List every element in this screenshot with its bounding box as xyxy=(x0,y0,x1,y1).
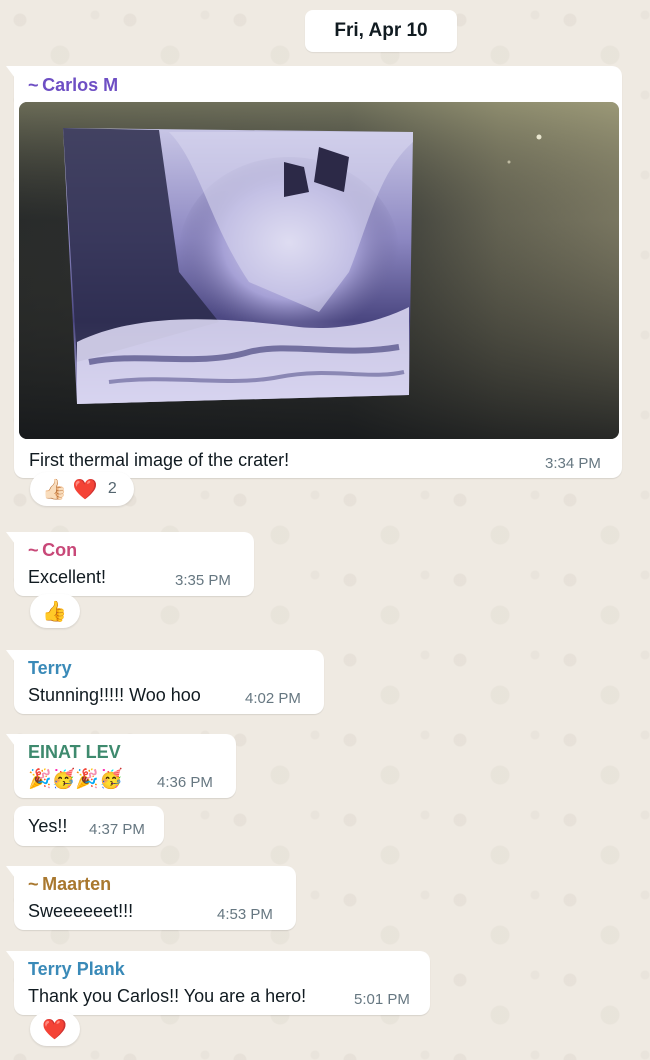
thumbs-up-icon: 👍 xyxy=(42,600,67,623)
thumbs-up-icon: 👍🏻 xyxy=(42,478,67,501)
message-text: Thank you Carlos!! You are a hero! xyxy=(28,986,307,1006)
message-bubble-con[interactable]: ~ Con Excellent! 3:35 PM xyxy=(6,532,254,596)
message-time: 4:37 PM xyxy=(89,821,145,838)
message-text: Sweeeeeet!!! xyxy=(28,901,134,921)
message-bubble-maarten[interactable]: ~ Maarten Sweeeeeet!!! 4:53 PM xyxy=(6,866,296,930)
message-reactions[interactable]: 👍🏻 ❤️ 2 xyxy=(30,472,134,506)
sender-name[interactable]: Terry Plank xyxy=(28,959,125,980)
message-text: First thermal image of the crater! xyxy=(29,450,290,470)
message-reactions[interactable]: 👍 xyxy=(30,594,80,628)
photo-image xyxy=(19,102,619,439)
message-reactions[interactable]: ❤️ xyxy=(30,1012,80,1046)
sender-name[interactable]: ~ Carlos M xyxy=(28,75,118,96)
heart-icon: ❤️ xyxy=(42,1018,67,1041)
heart-icon: ❤️ xyxy=(72,478,98,501)
message-text: Stunning!!!!! Woo hoo xyxy=(28,685,201,705)
message-time: 3:35 PM xyxy=(175,572,231,589)
sender-name[interactable]: ~ Maarten xyxy=(28,874,111,895)
message-time: 3:34 PM xyxy=(545,455,601,472)
message-bubble-followup[interactable]: Yes!! 4:37 PM xyxy=(14,806,164,846)
sender-name[interactable]: ~ Con xyxy=(28,540,77,561)
message-time: 4:36 PM xyxy=(157,774,213,791)
reaction-count: 2 xyxy=(107,480,117,497)
message-time: 5:01 PM xyxy=(354,991,410,1008)
message-time: 4:53 PM xyxy=(217,906,273,923)
emoji-message: 🎉🥳🎉🥳 xyxy=(28,769,123,790)
thermal-crater-photo[interactable] xyxy=(19,102,619,439)
message-text: Yes!! xyxy=(28,816,68,836)
message-bubble-terry-plank[interactable]: Terry Plank Thank you Carlos!! You are a… xyxy=(6,951,430,1015)
sender-name[interactable]: Terry xyxy=(28,658,72,679)
message-bubble-terry[interactable]: Terry Stunning!!!!! Woo hoo 4:02 PM xyxy=(6,650,324,714)
message-time: 4:02 PM xyxy=(245,690,301,707)
date-separator: Fri, Apr 10 xyxy=(305,10,457,52)
sender-name[interactable]: EINAT LEV xyxy=(28,742,121,763)
message-text: Excellent! xyxy=(28,567,107,587)
message-bubble-einat[interactable]: EINAT LEV 🎉🥳🎉🥳 4:36 PM xyxy=(6,734,236,798)
